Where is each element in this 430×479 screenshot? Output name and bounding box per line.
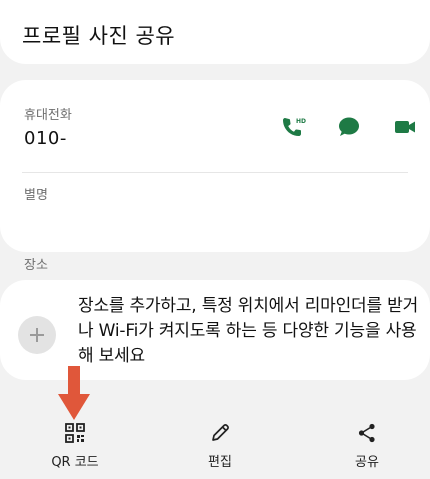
share-button[interactable]: 공유: [312, 421, 422, 470]
svg-text:HD: HD: [296, 118, 306, 125]
video-call-icon[interactable]: [392, 114, 418, 140]
redacted-nickname-mask: [22, 206, 82, 236]
hd-call-icon[interactable]: HD: [280, 114, 306, 140]
header-card: 프로필 사진 공유: [0, 0, 430, 64]
pencil-icon: [209, 421, 231, 445]
message-icon[interactable]: [336, 114, 362, 140]
edit-button[interactable]: 편집: [165, 421, 275, 470]
share-icon: [356, 421, 378, 445]
plus-icon: [30, 328, 44, 342]
phone-number[interactable]: 010-: [24, 128, 67, 149]
share-profile-photo-title[interactable]: 프로필 사진 공유: [22, 20, 175, 50]
location-prompt-text: 장소를 추가하고, 특정 위치에서 리마인더를 받거나 Wi-Fi가 켜지도록 …: [78, 296, 419, 366]
phone-label: 휴대전화: [24, 108, 72, 123]
location-card[interactable]: 장소를 추가하고, 특정 위치에서 리마인더를 받거나 Wi-Fi가 켜지도록 …: [0, 280, 430, 380]
qr-code-button[interactable]: QR 코드: [20, 421, 130, 470]
down-arrow-annotation-icon: [58, 366, 90, 420]
contact-info-card: 휴대전화 010- HD 별명: [0, 80, 430, 252]
location-section-label: 장소: [24, 258, 48, 273]
contact-detail-screen: 프로필 사진 공유 휴대전화 010- HD 별명 장소 장소를 추가하고, 특…: [0, 0, 430, 479]
edit-label: 편집: [208, 455, 232, 470]
divider: [22, 172, 408, 173]
nickname-label: 별명: [24, 188, 48, 203]
redacted-phone-mask: [66, 120, 196, 154]
qr-code-label: QR 코드: [51, 455, 99, 470]
add-location-button[interactable]: [18, 316, 56, 354]
qr-code-icon: [64, 421, 86, 445]
share-label: 공유: [355, 455, 379, 470]
